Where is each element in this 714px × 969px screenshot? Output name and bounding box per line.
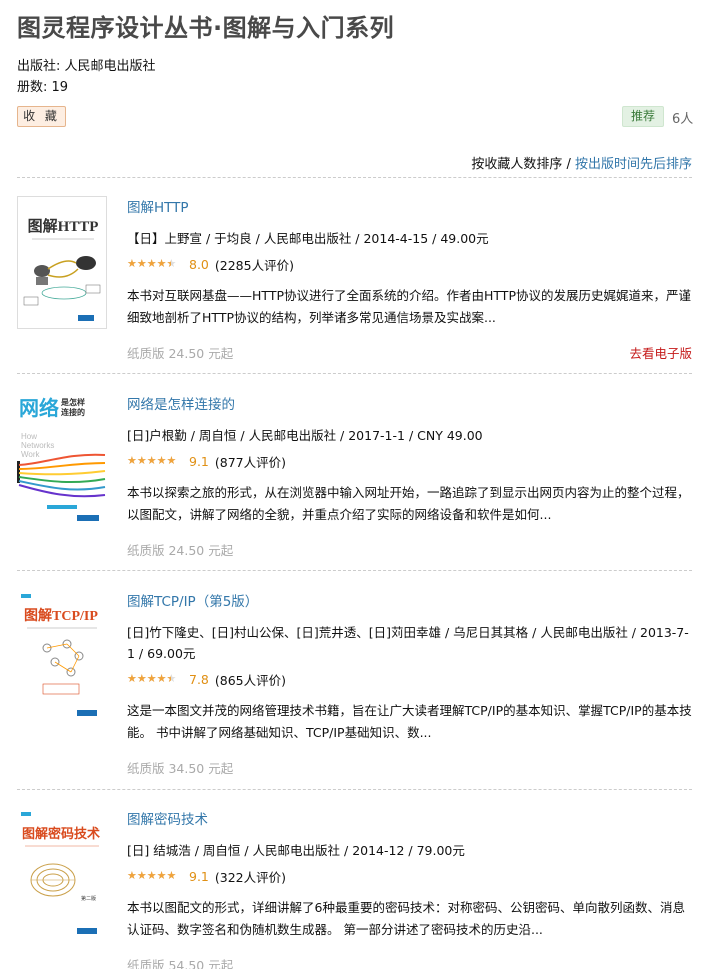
book-rating: ★★★★★ ★★★★★ 9.1 (322人评价)	[127, 867, 692, 885]
book-info: 图解TCP/IP（第5版） [日]竹下隆史、[日]村山公保、[日]荒井透、[日]…	[127, 590, 692, 776]
sort-by-collect[interactable]: 按收藏人数排序	[471, 157, 562, 172]
page-title: 图灵程序设计丛书·图解与入门系列	[17, 14, 395, 42]
book-pub-info: 【日】上野宣 / 于均良 / 人民邮电出版社 / 2014-4-15 / 49.…	[127, 231, 489, 246]
collect-button[interactable]: 收 藏	[17, 106, 66, 127]
book-description: 这是一本图文并茂的网络管理技术书籍，旨在让广大读者理解TCP/IP的基本知识、掌…	[127, 703, 692, 740]
book-cover[interactable]: 网络 是怎样 连接的 How Networks Work	[17, 393, 107, 526]
rating-stars: ★★★★★★★★★★	[127, 257, 177, 270]
paper-price-link[interactable]: 纸质版 24.50 元起	[127, 543, 233, 558]
book-rating: ★★★★★ ★★★★★ 9.1 (877人评价)	[127, 452, 692, 470]
divider	[17, 570, 692, 571]
book-info: 图解密码技术 [日] 结城浩 / 周自恒 / 人民邮电出版社 / 2014-12…	[127, 808, 692, 969]
rating-stars: ★★★★★★★★★★	[127, 454, 177, 467]
cover-art-network: 网络 是怎样 连接的 How Networks Work	[17, 393, 107, 526]
cover-title: 图解HTTP	[28, 217, 99, 235]
cover-art-crypto: 图解密码技术 第二版	[17, 808, 107, 941]
svg-text:连接的: 连接的	[61, 407, 85, 417]
book-pub-info: [日]户根勤 / 周自恒 / 人民邮电出版社 / 2017-1-1 / CNY …	[127, 428, 483, 443]
recommend-count: 6人	[672, 112, 694, 127]
book-cover[interactable]: 图解HTTP	[17, 196, 107, 329]
sort-by-date[interactable]: 按出版时间先后排序	[575, 157, 692, 172]
cover-art-tcpip: 图解TCP/IP	[17, 590, 107, 723]
book-cover[interactable]: 图解密码技术 第二版	[17, 808, 107, 941]
svg-text:第二版: 第二版	[81, 895, 96, 902]
paper-price-link[interactable]: 纸质版 54.50 元起	[127, 958, 233, 969]
rating-score: 7.8	[189, 671, 209, 687]
cover-title: 图解密码技术	[22, 826, 100, 841]
book-rating: ★★★★★★★★★★ 7.8 (865人评价)	[127, 670, 692, 688]
cover-title: 图解TCP/IP	[24, 607, 98, 624]
divider	[17, 789, 692, 790]
book-footer: 纸质版 24.50 元起	[127, 540, 692, 558]
cover-art-http: 图解HTTP	[18, 197, 106, 328]
sort-separator: /	[562, 157, 575, 172]
book-footer: 纸质版 24.50 元起 去看电子版	[127, 343, 692, 361]
rating-votes: (322人评价)	[214, 869, 287, 885]
rating-votes: (865人评价)	[214, 672, 287, 688]
rating-score: 8.0	[189, 256, 209, 272]
volume-count: 册数: 19	[17, 80, 69, 95]
rating-score: 9.1	[189, 453, 209, 469]
book-pub-info: [日] 结城浩 / 周自恒 / 人民邮电出版社 / 2014-12 / 79.0…	[127, 843, 465, 858]
book-info: 网络是怎样连接的 [日]户根勤 / 周自恒 / 人民邮电出版社 / 2017-1…	[127, 393, 692, 558]
book-item: 图解密码技术 第二版 图解密码技术 [日] 结城浩 / 周自恒 / 人民邮电出版…	[17, 808, 692, 969]
paper-price-link[interactable]: 纸质版 24.50 元起	[127, 346, 233, 361]
book-pub-info: [日]竹下隆史、[日]村山公保、[日]荒井透、[日]苅田幸雄 / 乌尼日其其格 …	[127, 625, 689, 661]
sort-bar: 按收藏人数排序 / 按出版时间先后排序	[471, 153, 692, 172]
svg-text:How: How	[21, 432, 37, 441]
book-description: 本书对互联网基盘——HTTP协议进行了全面系统的介绍。作者由HTTP协议的发展历…	[127, 288, 691, 325]
book-title-link[interactable]: 网络是怎样连接的	[127, 393, 235, 413]
rating-score: 9.1	[189, 868, 209, 884]
book-footer: 纸质版 54.50 元起	[127, 955, 692, 969]
book-description: 本书以探索之旅的形式，从在浏览器中输入网址开始，一路追踪了到显示出网页内容为止的…	[127, 485, 690, 522]
rating-stars: ★★★★★★★★★★	[127, 869, 177, 882]
publisher-info: 出版社: 人民邮电出版社	[17, 59, 156, 74]
book-cover[interactable]: 图解TCP/IP	[17, 590, 107, 723]
svg-text:是怎样: 是怎样	[60, 397, 85, 407]
book-footer: 纸质版 34.50 元起	[127, 758, 692, 776]
book-rating: ★★★★★★★★★★ 8.0 (2285人评价)	[127, 255, 692, 273]
recommend-button[interactable]: 推荐	[622, 106, 664, 127]
book-item: 图解HTTP 图解HTTP 【日】上野宣 / 于均良 / 人民邮电出版社 / 2…	[17, 196, 692, 366]
book-info: 图解HTTP 【日】上野宣 / 于均良 / 人民邮电出版社 / 2014-4-1…	[127, 196, 692, 361]
book-item: 图解TCP/IP 图解TCP/IP（第5版） [日]竹下隆史、[日]村山公保、[…	[17, 590, 692, 780]
book-description: 本书以图配文的形式，详细讲解了6种最重要的密码技术：对称密码、公钥密码、单向散列…	[127, 900, 685, 937]
book-title-link[interactable]: 图解TCP/IP（第5版）	[127, 590, 258, 610]
svg-text:Work: Work	[21, 450, 41, 459]
divider	[17, 177, 692, 178]
book-title-link[interactable]: 图解密码技术	[127, 808, 208, 828]
ebook-link[interactable]: 去看电子版	[629, 343, 692, 362]
svg-text:Networks: Networks	[21, 441, 54, 450]
svg-text:网络: 网络	[19, 396, 59, 420]
book-title-link[interactable]: 图解HTTP	[127, 196, 189, 216]
rating-stars: ★★★★★★★★★★	[127, 672, 177, 685]
divider	[17, 373, 692, 374]
book-item: 网络 是怎样 连接的 How Networks Work 网络是怎样连接的 [日…	[17, 393, 692, 563]
rating-votes: (877人评价)	[214, 454, 287, 470]
paper-price-link[interactable]: 纸质版 34.50 元起	[127, 761, 233, 776]
rating-votes: (2285人评价)	[214, 257, 294, 273]
